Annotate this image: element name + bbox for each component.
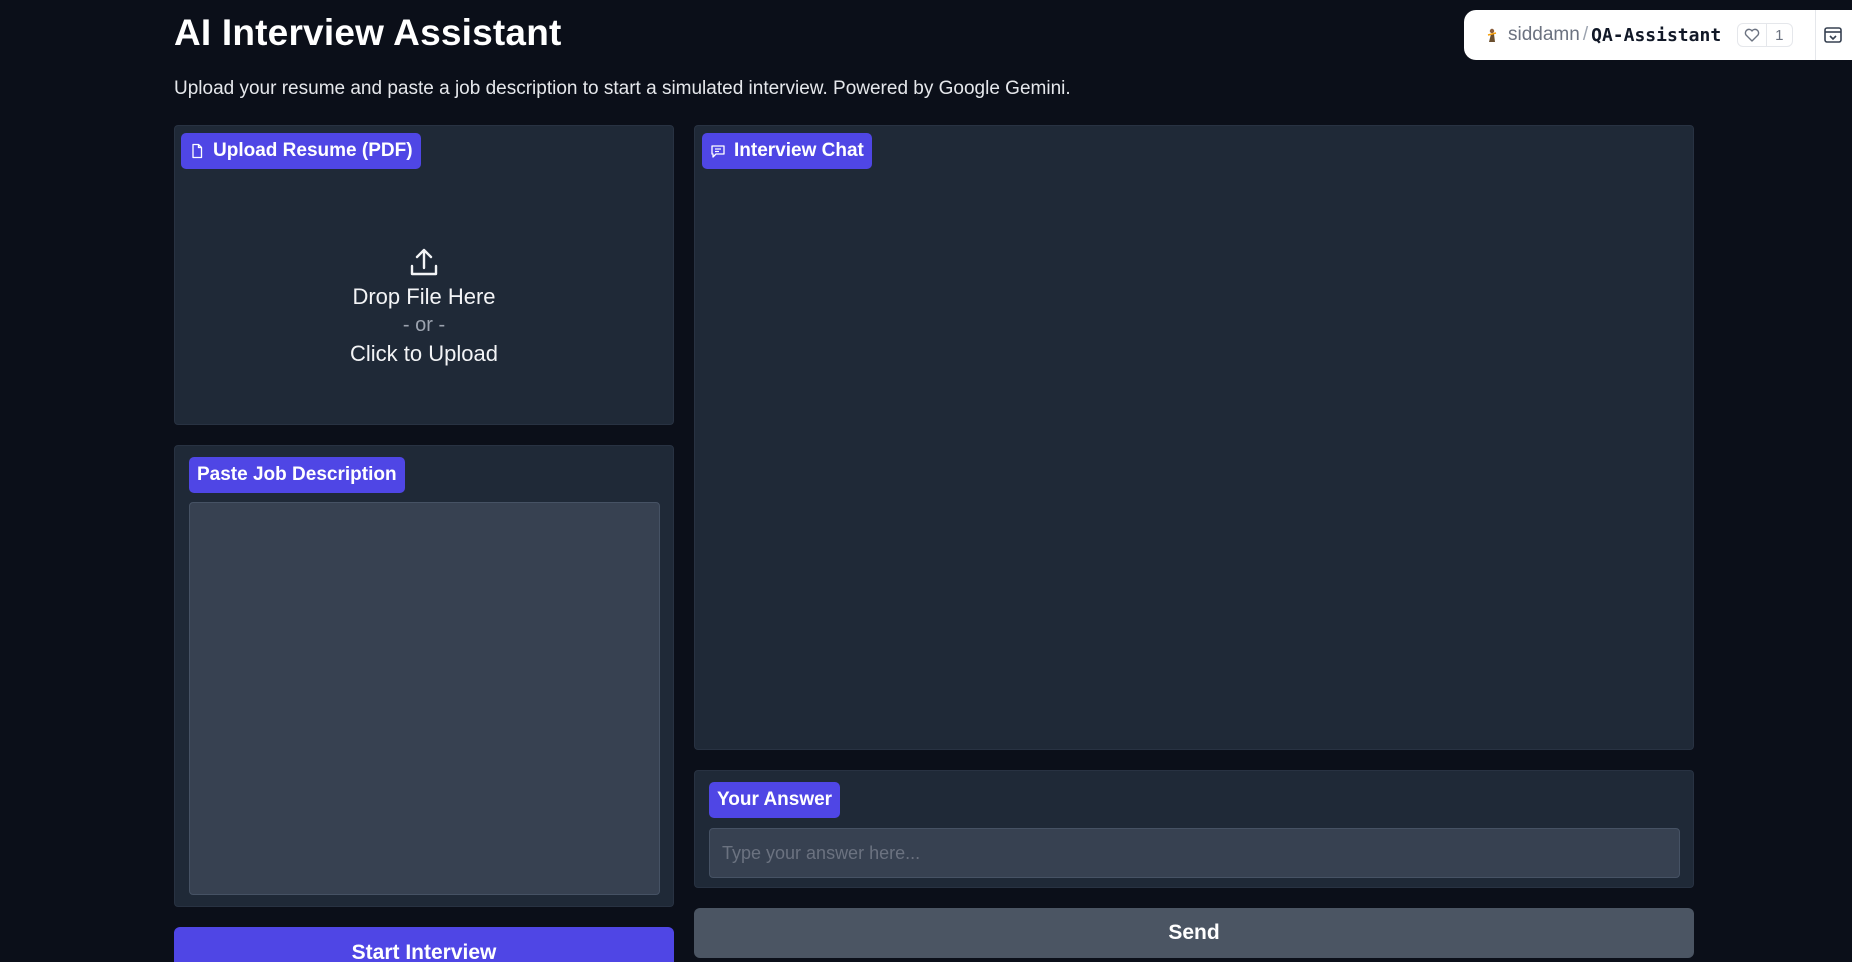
upload-icon — [410, 248, 438, 275]
window-icon — [1823, 27, 1842, 43]
badge-separator: / — [1582, 24, 1589, 45]
interview-chat-label: Interview Chat — [702, 133, 872, 169]
job-description-label-text: Paste Job Description — [197, 464, 397, 485]
click-to-upload-text: Click to Upload — [350, 340, 498, 366]
space-badge: siddamn / QA-Assistant 1 — [1464, 10, 1852, 60]
app-page: AI Interview Assistant Upload your resum… — [0, 0, 1852, 962]
or-text: - or - — [402, 313, 446, 336]
job-description-textarea[interactable] — [189, 502, 660, 895]
answer-label-text: Your Answer — [717, 789, 833, 810]
chat-icon — [711, 145, 725, 158]
answer-panel: Your Answer — [694, 770, 1694, 888]
interview-chat-panel: Interview Chat — [694, 125, 1694, 750]
like-button[interactable]: 1 — [1737, 23, 1793, 47]
avatar-icon — [1487, 28, 1497, 42]
file-icon — [192, 143, 203, 159]
heart-icon — [1738, 24, 1768, 46]
chat-messages-area[interactable] — [695, 176, 1693, 749]
job-description-label: Paste Job Description — [189, 457, 405, 493]
page-title: AI Interview Assistant — [174, 12, 562, 53]
resume-upload-label: Upload Resume (PDF) — [181, 133, 421, 169]
send-button[interactable]: Send — [694, 908, 1694, 958]
page-subtitle: Upload your resume and paste a job descr… — [174, 78, 1071, 99]
like-count: 1 — [1775, 26, 1784, 44]
space-owner-link[interactable]: siddamn — [1508, 24, 1580, 46]
space-menu-button[interactable] — [1814, 10, 1850, 60]
answer-label: Your Answer — [709, 782, 841, 818]
file-drop-zone[interactable]: Drop File Here - or - Click to Upload — [175, 186, 673, 426]
answer-input[interactable] — [709, 828, 1680, 878]
start-interview-button[interactable]: Start Interview — [174, 927, 674, 962]
drop-file-text: Drop File Here — [352, 283, 496, 309]
interview-chat-label-text: Interview Chat — [734, 140, 864, 161]
resume-upload-panel[interactable]: Upload Resume (PDF) Drop File Here - or … — [174, 125, 674, 425]
job-description-panel: Paste Job Description — [174, 445, 674, 907]
resume-upload-label-text: Upload Resume (PDF) — [213, 140, 413, 161]
space-repo-link[interactable]: QA-Assistant — [1591, 25, 1721, 46]
